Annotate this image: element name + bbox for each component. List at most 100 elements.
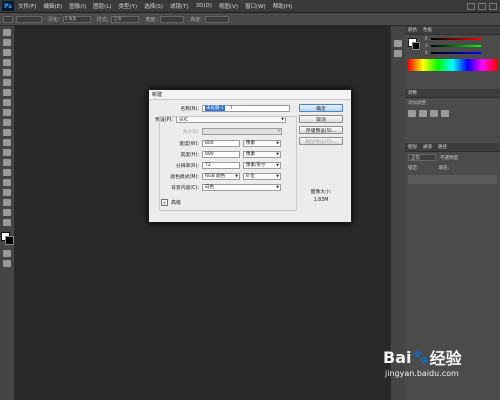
clone-stamp-tool-icon[interactable] bbox=[3, 109, 11, 116]
size-label: 大小(I): bbox=[182, 129, 199, 135]
background-color[interactable] bbox=[5, 236, 14, 245]
hand-tool-icon[interactable] bbox=[3, 209, 11, 216]
chevron-down-icon: ▼ bbox=[276, 174, 279, 178]
tab-adjustments[interactable]: 调整 bbox=[408, 90, 417, 96]
adjustments-panel: 调整 添加调整 bbox=[405, 89, 500, 139]
background-select[interactable]: 白色 ▼ bbox=[202, 183, 281, 191]
menu-select[interactable]: 选择(S) bbox=[144, 2, 163, 10]
menu-layer[interactable]: 图层(L) bbox=[93, 2, 111, 10]
fill-label: 填充: bbox=[438, 166, 450, 171]
color-swatches[interactable] bbox=[1, 232, 14, 245]
image-size-label: 图像大小: bbox=[310, 190, 332, 195]
opacity-label: 不透明度: bbox=[440, 155, 460, 161]
color-mode-row: 颜色模式(M): RGB 颜色 ▼ 8 位 ▼ bbox=[149, 172, 281, 180]
height-label: 高度: bbox=[190, 16, 202, 23]
eraser-tool-icon[interactable] bbox=[3, 129, 11, 136]
quick-select-tool-icon[interactable] bbox=[3, 59, 11, 66]
resolution-input[interactable]: 72 bbox=[202, 161, 240, 169]
advanced-toggle[interactable]: » 高级 bbox=[161, 198, 181, 206]
color-panel: 颜色 色板 R G B bbox=[405, 26, 500, 86]
adjustments-panel-header: 调整 bbox=[405, 89, 500, 98]
width-input[interactable]: 800 bbox=[202, 139, 240, 147]
eyedropper-tool-icon[interactable] bbox=[3, 79, 11, 86]
history-panel-icon[interactable] bbox=[394, 40, 402, 47]
brightness-icon[interactable] bbox=[408, 110, 416, 117]
marquee-tool-icon[interactable] bbox=[3, 39, 11, 46]
layer-row[interactable] bbox=[408, 175, 497, 184]
history-brush-tool-icon[interactable] bbox=[3, 119, 11, 126]
menu-bar: Ps 文件(F) 编辑(E) 图像(I) 图层(L) 类型(Y) 选择(S) 滤… bbox=[0, 0, 500, 13]
path-select-tool-icon[interactable] bbox=[3, 189, 11, 196]
watermark-brand: Bai bbox=[383, 347, 412, 367]
crop-tool-icon[interactable] bbox=[3, 69, 11, 76]
tab-paths[interactable]: 路径 bbox=[438, 144, 447, 150]
ok-button[interactable]: 确定 bbox=[299, 104, 343, 112]
menu-edit[interactable]: 编辑(E) bbox=[43, 2, 62, 10]
maximize-icon[interactable] bbox=[478, 2, 486, 10]
color-preview[interactable] bbox=[408, 38, 420, 50]
screen-mode-icon[interactable] bbox=[3, 260, 11, 267]
slider-blue[interactable]: B bbox=[405, 49, 500, 56]
resolution-unit-select[interactable]: 像素/英寸 ▼ bbox=[243, 161, 281, 169]
feather-input[interactable]: 0 像素 bbox=[62, 15, 91, 23]
slider-red[interactable]: R bbox=[405, 35, 500, 42]
advanced-label: 高级 bbox=[171, 199, 182, 206]
blend-mode-select[interactable]: 正常 bbox=[408, 154, 436, 161]
panel-dock-strip bbox=[390, 26, 405, 400]
tab-swatches[interactable]: 色板 bbox=[423, 27, 432, 33]
layers-panel: 图层 通道 路径 正常 不透明度: 锁定: 填充: bbox=[405, 143, 500, 184]
selection-mode-buttons[interactable] bbox=[16, 15, 42, 23]
quick-mask-icon[interactable] bbox=[3, 250, 11, 257]
rectangle-tool-icon[interactable] bbox=[3, 199, 11, 206]
color-panel-header: 颜色 色板 bbox=[405, 26, 500, 35]
menu-file[interactable]: 文件(F) bbox=[18, 2, 36, 10]
menu-view[interactable]: 视图(V) bbox=[219, 2, 238, 10]
tab-color[interactable]: 颜色 bbox=[408, 27, 417, 33]
menu-filter[interactable]: 滤镜(T) bbox=[170, 2, 189, 10]
move-tool-icon[interactable] bbox=[3, 29, 11, 36]
close-icon[interactable] bbox=[489, 2, 497, 10]
height-input[interactable] bbox=[204, 15, 229, 23]
pen-tool-icon[interactable] bbox=[3, 169, 11, 176]
menu-help[interactable]: 帮助(H) bbox=[273, 2, 292, 10]
gradient-tool-icon[interactable] bbox=[3, 139, 11, 146]
healing-brush-tool-icon[interactable] bbox=[3, 89, 11, 96]
cancel-button[interactable]: 取消 bbox=[299, 115, 343, 123]
height-unit: 像素 bbox=[246, 152, 255, 157]
dodge-tool-icon[interactable] bbox=[3, 159, 11, 166]
type-tool-icon[interactable] bbox=[3, 179, 11, 186]
name-input[interactable]: 未标题-1 I bbox=[202, 104, 290, 112]
height-input[interactable]: 800 bbox=[202, 150, 240, 158]
tab-layers[interactable]: 图层 bbox=[408, 144, 417, 150]
width-unit-select[interactable]: 像素 ▼ bbox=[243, 139, 281, 147]
height-unit-select[interactable]: 像素 ▼ bbox=[243, 150, 281, 158]
menu-3d[interactable]: 3D(D) bbox=[196, 3, 212, 9]
blur-tool-icon[interactable] bbox=[3, 149, 11, 156]
properties-panel-icon[interactable] bbox=[394, 50, 402, 57]
exposure-icon[interactable] bbox=[441, 110, 449, 117]
lasso-tool-icon[interactable] bbox=[3, 49, 11, 56]
save-preset-button[interactable]: 存储预设(S)... bbox=[299, 126, 343, 134]
curves-icon[interactable] bbox=[430, 110, 438, 117]
style-select[interactable]: 正常 bbox=[111, 15, 140, 23]
width-input[interactable] bbox=[160, 15, 185, 23]
expand-icon[interactable]: » bbox=[161, 198, 168, 206]
tools-panel bbox=[0, 26, 15, 400]
menu-image[interactable]: 图像(I) bbox=[69, 2, 86, 10]
paw-icon: 🐾 bbox=[412, 349, 429, 365]
tool-preset-icon[interactable] bbox=[3, 15, 13, 23]
color-spectrum[interactable] bbox=[408, 59, 497, 71]
menu-window[interactable]: 窗口(W) bbox=[245, 2, 266, 10]
watermark-url: jingyan.baidu.com bbox=[385, 369, 459, 378]
minimize-icon[interactable] bbox=[467, 2, 475, 10]
chevron-down-icon: ▼ bbox=[276, 152, 279, 156]
brush-tool-icon[interactable] bbox=[3, 99, 11, 106]
levels-icon[interactable] bbox=[419, 110, 427, 117]
zoom-tool-icon[interactable] bbox=[3, 219, 11, 226]
bit-depth-select[interactable]: 8 位 ▼ bbox=[243, 172, 281, 180]
color-mode-label: 颜色模式(M): bbox=[170, 174, 199, 180]
chevron-down-icon: ▼ bbox=[276, 185, 279, 189]
color-mode-select[interactable]: RGB 颜色 ▼ bbox=[202, 172, 240, 180]
tab-channels[interactable]: 通道 bbox=[423, 144, 432, 150]
menu-type[interactable]: 类型(Y) bbox=[119, 2, 138, 10]
